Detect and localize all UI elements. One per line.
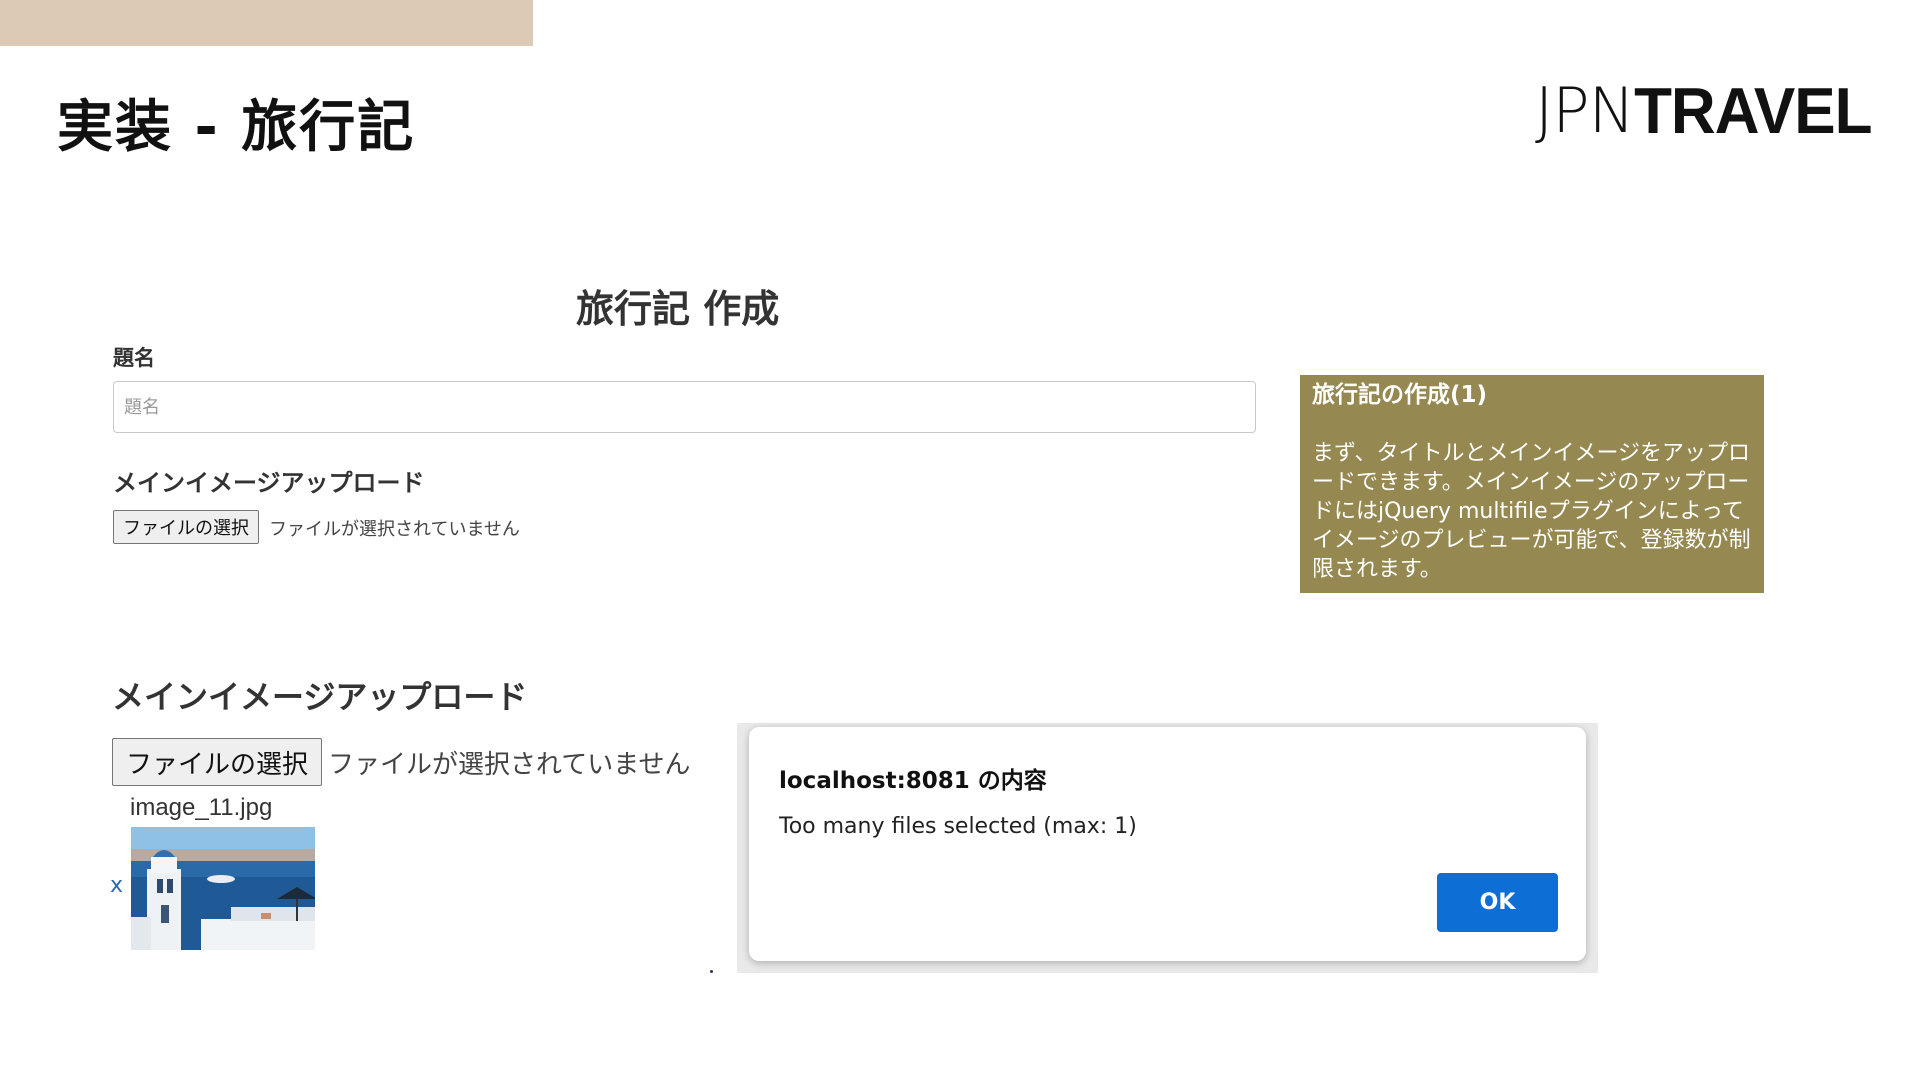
upload-label: メインイメージアップロード [113,469,425,497]
zoomed-upload-label: メインイメージアップロード [112,678,528,716]
slide-title: 実装 - 旅行記 [57,95,416,160]
zoomed-file-status: ファイルが選択されていません [328,750,691,780]
title-label: 題名 [113,346,155,370]
brand-logo: JPNTRAVEL [1535,75,1872,148]
remove-file-icon[interactable]: x [110,873,123,898]
alert-dialog: localhost:8081 の内容 Too many files select… [749,727,1586,961]
logo-text-travel: TRAVEL [1634,75,1872,148]
note-body: まず、タイトルとメインイメージをアップロードできます。メインイメージのアップロー… [1312,441,1751,582]
accent-bar [0,0,533,46]
note-title: 旅行記の作成(1) [1312,382,1488,408]
selected-filename: image_11.jpg [130,794,273,821]
ok-button[interactable]: OK [1437,873,1558,932]
file-status: ファイルが選択されていません [269,519,520,540]
title-input[interactable] [113,381,1256,433]
dialog-title: localhost:8081 の内容 [779,768,1047,794]
image-preview-thumbnail [131,827,315,950]
choose-file-button[interactable]: ファイルの選択 [113,510,259,544]
dialog-screenshot: localhost:8081 の内容 Too many files select… [737,723,1598,973]
santorini-photo-icon [131,827,315,950]
dialog-message: Too many files selected (max: 1) [779,814,1137,839]
logo-text-jpn: JPN [1535,74,1635,147]
note-box: 旅行記の作成(1) まず、タイトルとメインイメージをアップロードできます。メイン… [1300,375,1764,593]
stray-dot [710,970,713,973]
form-heading: 旅行記 作成 [576,287,780,331]
zoomed-choose-file-button[interactable]: ファイルの選択 [112,738,323,786]
